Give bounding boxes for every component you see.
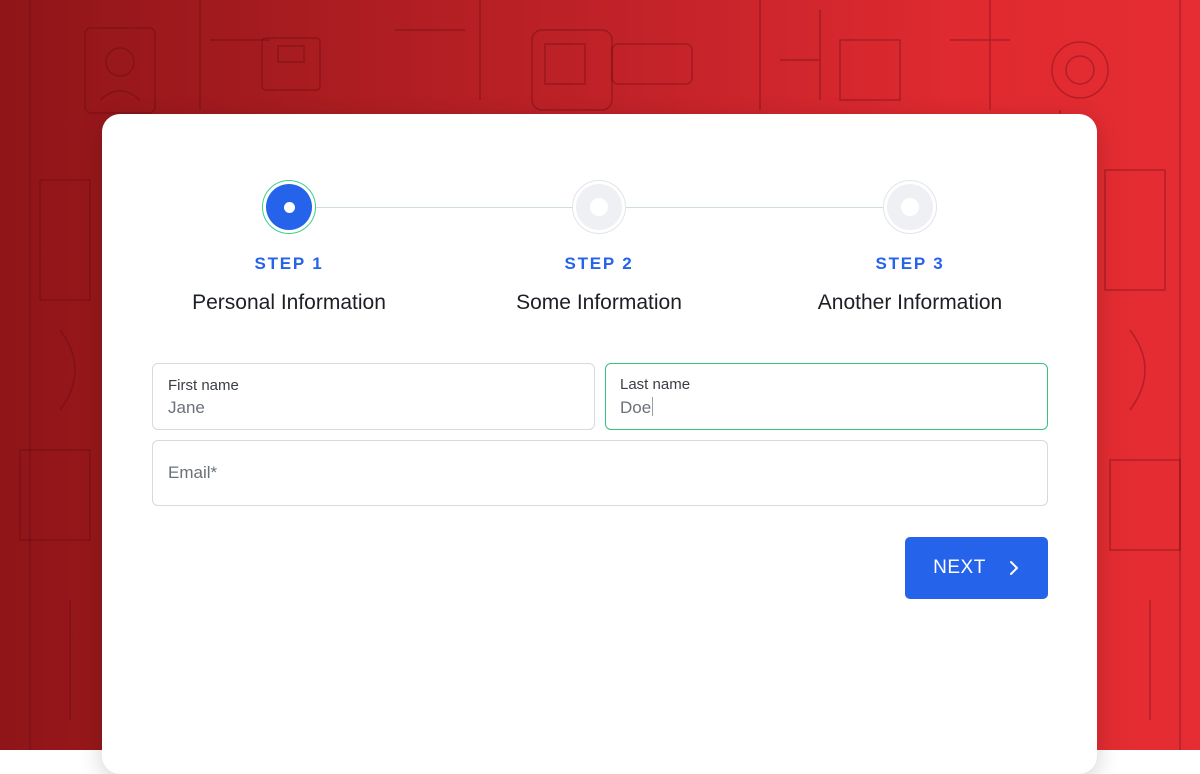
inactive-dot-icon (901, 198, 919, 216)
step-2[interactable]: STEP 2 Some Information (449, 180, 749, 316)
active-dot-icon (283, 201, 295, 213)
next-button-label: NEXT (933, 557, 986, 578)
step-3-title: Another Information (817, 291, 1003, 314)
step-2-indicator (572, 180, 626, 234)
chevron-right-icon (1009, 561, 1018, 575)
step-3-number: STEP 3 (875, 254, 945, 273)
last-name-input[interactable]: Doe (620, 397, 654, 418)
step-2-title: Some Information (516, 291, 682, 314)
first-name-field[interactable]: First name Jane (152, 363, 595, 430)
first-name-label: First name (168, 377, 239, 394)
inactive-dot-icon (590, 198, 608, 216)
form-card: STEP 1 Personal Information STEP 2 Some … (102, 114, 1097, 774)
email-placeholder: Email* (168, 463, 218, 482)
last-name-label: Last name (620, 376, 691, 393)
text-caret (652, 397, 654, 416)
last-name-field[interactable]: Last name Doe (605, 363, 1048, 430)
step-1-title: Personal Information (192, 291, 386, 314)
step-2-number: STEP 2 (564, 254, 634, 273)
step-1[interactable]: STEP 1 Personal Information (139, 180, 439, 316)
first-name-value[interactable]: Jane (168, 398, 205, 418)
email-field[interactable]: Email* (152, 440, 1048, 506)
step-1-number: STEP 1 (254, 254, 324, 273)
step-3-indicator (883, 180, 937, 234)
last-name-value: Doe (620, 398, 652, 417)
step-1-indicator (262, 180, 316, 234)
stepper: STEP 1 Personal Information STEP 2 Some … (102, 114, 1097, 334)
step-3[interactable]: STEP 3 Another Information (760, 180, 1060, 316)
next-button[interactable]: NEXT (905, 537, 1048, 599)
